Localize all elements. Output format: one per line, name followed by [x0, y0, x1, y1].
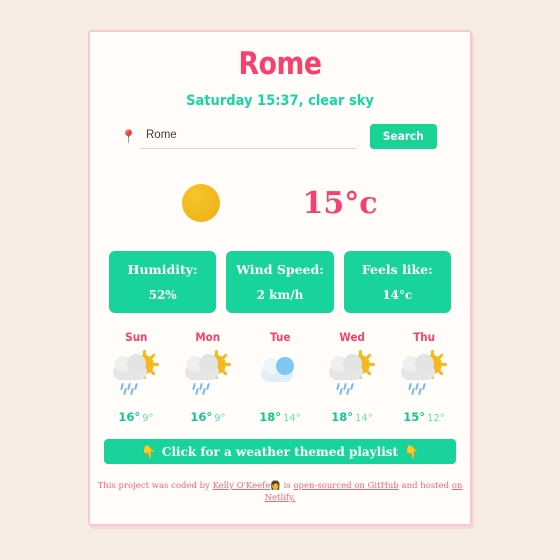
forecast-day-2: Tue 18° 14°	[244, 330, 316, 425]
search-input[interactable]	[140, 123, 358, 149]
map-pin-icon: 📍	[120, 128, 138, 144]
forecast-row: Sun 16° 9° Mon 16° 9° Tue 18° 14° Wed 18…	[100, 330, 460, 425]
sun-icon	[182, 184, 221, 222]
forecast-day-4: Thu 15° 12°	[388, 330, 460, 425]
forecast-temp-max: 18°	[259, 410, 282, 424]
footer-and: and hosted	[398, 481, 452, 491]
playlist-button-label: Click for a weather themed playlist	[161, 444, 399, 459]
github-link[interactable]: open-sourced on GitHub	[293, 481, 398, 491]
pointing-down-hand-icon: 👇	[140, 444, 156, 459]
forecast-day-0: Sun 16° 9°	[100, 330, 172, 425]
forecast-temps: 18° 14°	[259, 406, 301, 425]
author-link[interactable]: Kelly O'Keefe	[213, 481, 271, 491]
woman-emoji-icon: 👩	[270, 481, 281, 491]
humidity-card: Humidity: 52%	[109, 251, 217, 313]
sun-behind-rain-cloud-icon	[107, 350, 165, 400]
forecast-temps: 18° 14°	[331, 406, 373, 425]
wind-speed-value: 2 km/h	[256, 288, 304, 302]
forecast-temp-min: 9°	[214, 413, 226, 424]
forecast-day-label: Thu	[413, 330, 435, 344]
current-weather: 15°c	[90, 175, 470, 231]
sun-behind-rain-cloud-icon	[179, 350, 237, 400]
forecast-temp-min: 9°	[142, 413, 154, 424]
page-title: Rome	[238, 46, 322, 82]
current-temperature: 15°c	[302, 185, 378, 221]
forecast-day-3: Wed 18° 14°	[316, 330, 388, 425]
forecast-temps: 16° 9°	[190, 406, 225, 425]
feels-like-value: 14°c	[382, 288, 413, 302]
search-button[interactable]: Search	[370, 123, 438, 149]
forecast-day-label: Wed	[339, 330, 365, 344]
forecast-day-1: Mon 16° 9°	[172, 330, 244, 425]
forecast-temps: 16° 9°	[118, 406, 153, 425]
footer: This project was coded by Kelly O'Keefe👩…	[90, 481, 470, 505]
pointing-down-hand-icon: 👇	[404, 444, 420, 459]
sun-behind-rain-cloud-icon	[395, 350, 453, 400]
sun-behind-rain-cloud-icon	[323, 350, 381, 400]
forecast-day-label: Sun	[124, 330, 148, 344]
forecast-temp-max: 16°	[190, 410, 213, 424]
forecast-temp-min: 12°	[427, 413, 445, 424]
humidity-label: Humidity:	[127, 262, 198, 277]
forecast-temp-max: 15°	[403, 410, 426, 424]
feels-like-label: Feels like:	[361, 262, 433, 277]
footer-middle: is	[280, 481, 294, 491]
forecast-day-label: Mon	[195, 330, 221, 344]
forecast-temps: 15° 12°	[403, 406, 445, 425]
playlist-button[interactable]: 👇 Click for a weather themed playlist 👇	[104, 439, 456, 464]
feels-like-card: Feels like: 14°c	[343, 251, 451, 313]
forecast-temp-min: 14°	[355, 413, 373, 424]
current-conditions-text: Saturday 15:37, clear sky	[186, 93, 374, 109]
cloud-icon	[251, 352, 309, 400]
search-form: 📍 Search	[120, 123, 440, 149]
forecast-day-label: Tue	[269, 330, 291, 344]
forecast-temp-max: 16°	[118, 410, 141, 424]
footer-prefix: This project was coded by	[97, 481, 213, 491]
wind-speed-label: Wind Speed:	[236, 262, 324, 277]
wind-speed-card: Wind Speed: 2 km/h	[226, 251, 334, 313]
humidity-value: 52%	[148, 288, 177, 302]
forecast-temp-min: 14°	[283, 413, 301, 424]
metrics-row: Humidity: 52% Wind Speed: 2 km/h Feels l…	[104, 251, 456, 313]
forecast-temp-max: 18°	[331, 410, 354, 424]
weather-app-card: Rome Saturday 15:37, clear sky 📍 Search …	[88, 30, 472, 526]
